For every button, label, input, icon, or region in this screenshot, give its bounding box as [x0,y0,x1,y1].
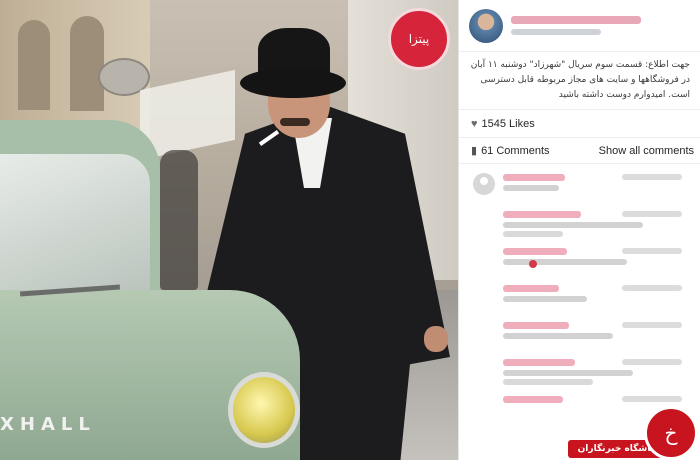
show-all-comments-link[interactable]: Show all comments [599,145,694,157]
default-user-icon[interactable] [473,173,495,195]
comment-text-redacted [503,370,633,376]
comment-text-redacted [503,259,627,265]
post-photo[interactable]: پیتزا XHALL [0,0,458,460]
comment-text-redacted [503,185,559,191]
post-date-redacted [511,29,601,35]
comment-time-redacted [622,211,682,217]
likes-count: 1545 Likes [481,117,535,130]
watermark-logo-icon: خ [644,406,698,460]
comment-text-redacted [503,296,587,302]
comment-text-redacted [503,222,643,228]
comments-bar: ▮ 61 Comments Show all comments [459,138,700,164]
heart-icon[interactable]: ♥ [471,118,478,130]
comment-username-redacted[interactable] [503,248,567,255]
comment-username-redacted[interactable] [503,396,563,403]
likes-row[interactable]: ♥ 1545 Likes [459,110,700,138]
comments-count: 61 Comments [481,145,550,157]
list-item [459,351,700,388]
comment-time-redacted [622,174,682,180]
comment-username-redacted[interactable] [503,285,559,292]
comments-count-group: ▮ 61 Comments [471,144,550,157]
comment-text-redacted [503,231,563,237]
comment-text-redacted [503,333,613,339]
post-header [459,0,700,52]
comment-time-redacted [622,285,682,291]
shop-sign: پیتزا [388,8,450,70]
comment-time-redacted [622,359,682,365]
car-badge: XHALL [0,414,96,435]
comment-text-redacted [503,379,593,385]
author-avatar[interactable] [469,8,503,43]
list-item [459,203,700,240]
comment-list[interactable] [459,164,700,425]
post-sidebar: جهت اطلاع: قسمت سوم سریال "شهرزاد" دوشنب… [458,0,700,460]
comment-username-redacted[interactable] [503,174,565,181]
list-item [459,314,700,351]
car-headlight [228,372,300,448]
list-item [459,166,700,203]
author-username-redacted[interactable] [511,16,641,24]
comment-time-redacted [622,322,682,328]
comment-username-redacted[interactable] [503,322,569,329]
comment-username-redacted[interactable] [503,359,575,366]
author-meta [511,16,641,35]
publisher-watermark: باشگاه خبرنگاران خ [560,400,700,460]
post-caption: جهت اطلاع: قسمت سوم سریال "شهرزاد" دوشنب… [459,52,700,110]
car-windshield [0,154,150,294]
heart-emoji [529,260,537,268]
vintage-car: XHALL [0,120,300,460]
man-right-hand [424,326,448,352]
comment-bubble-icon: ▮ [471,145,478,157]
list-item [459,277,700,314]
comment-time-redacted [622,248,682,254]
comment-username-redacted[interactable] [503,211,581,218]
list-item [459,240,700,277]
fedora-brim [240,68,346,98]
